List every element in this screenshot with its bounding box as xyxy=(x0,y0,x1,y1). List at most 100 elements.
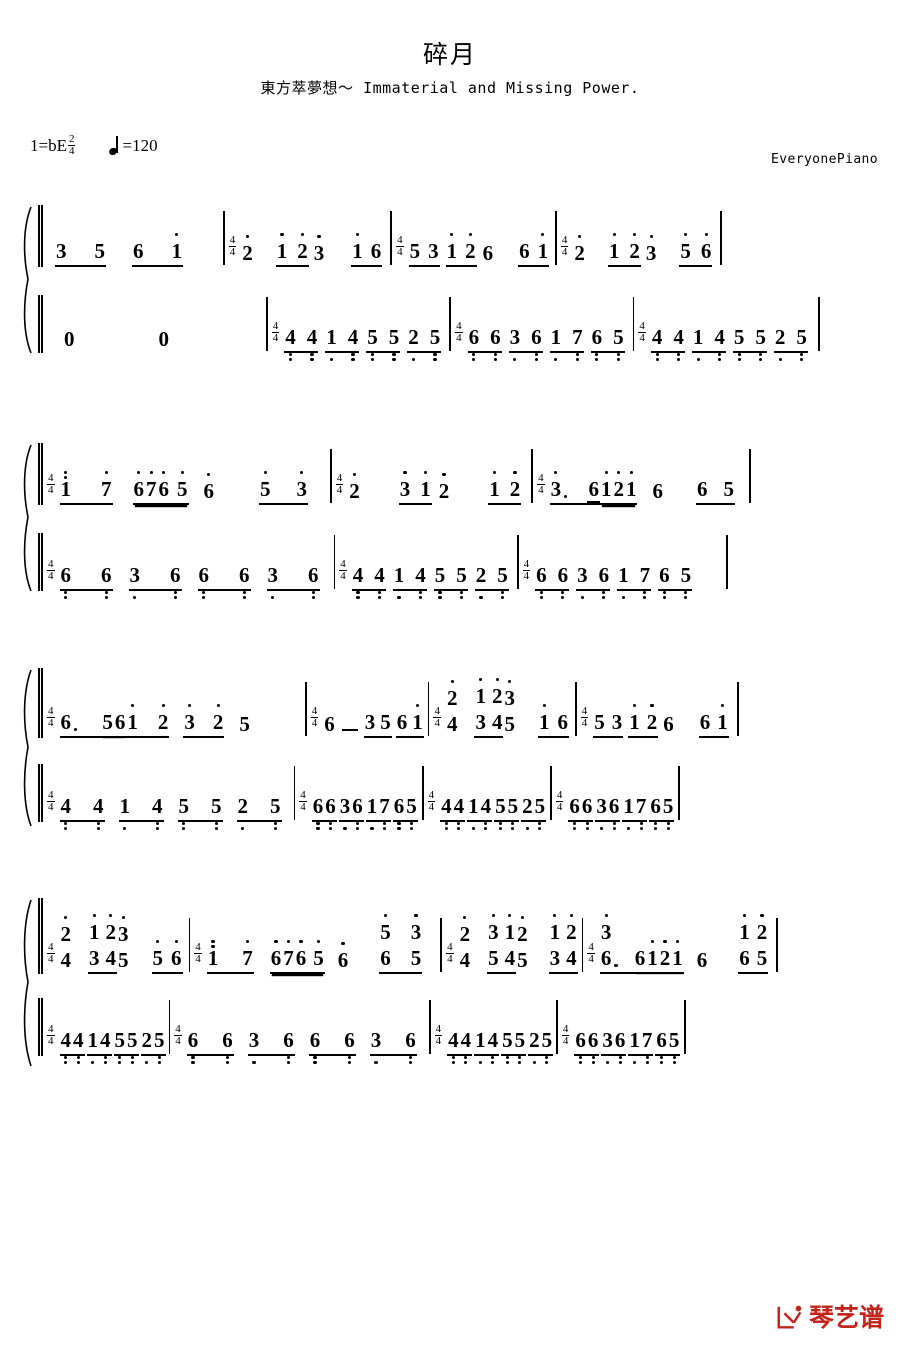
note-group: 5 6 xyxy=(679,233,713,267)
time-signature: 4 4 xyxy=(587,941,595,965)
note: 1 xyxy=(411,704,424,736)
barline xyxy=(304,682,307,736)
barline xyxy=(421,766,424,820)
note: 6 xyxy=(404,1030,417,1064)
note-group: 5 5 xyxy=(732,327,767,361)
time-denominator: 4 xyxy=(562,1034,569,1047)
chord-dyad: 2 5 xyxy=(756,914,769,972)
rest: 0 xyxy=(64,327,75,351)
chord-bottom-note: 5 xyxy=(488,946,499,970)
note: 6 xyxy=(608,796,621,830)
note: 3 xyxy=(296,471,309,503)
barline xyxy=(632,297,635,351)
time-denominator: 4 xyxy=(561,245,568,258)
chord-dyad: 1 3 xyxy=(474,678,487,736)
note-group: 1 3 2 4 xyxy=(548,914,578,974)
chord-bottom-note: 5 xyxy=(410,946,422,970)
system-4: 4 4 2 4 1 3 2 4 3 5 5 6 4 4 1 7 6 7 6 5 … xyxy=(18,898,886,1067)
note-group: 6 1 xyxy=(518,233,550,267)
note: 3 xyxy=(428,239,439,263)
note-group: 6 5 6 1 2 xyxy=(59,704,170,738)
time-numerator: 4 xyxy=(47,704,55,718)
chord-bottom-note: 6 xyxy=(380,946,391,970)
note: 1 xyxy=(538,704,551,736)
chord-dyad: 1 3 xyxy=(88,914,101,972)
note: 4 xyxy=(460,1030,473,1064)
note-group: 2 5 xyxy=(140,1030,166,1064)
note: 6 xyxy=(655,1030,668,1064)
note: 5 xyxy=(153,1030,166,1064)
time-numerator: 4 xyxy=(339,557,347,571)
note: 4 xyxy=(99,1030,112,1064)
note: 5 xyxy=(514,1030,527,1064)
time-signature: 4 4 xyxy=(47,472,55,496)
note-group: 1 2 xyxy=(628,704,659,738)
time-numerator: 4 xyxy=(555,788,564,802)
note: 4 xyxy=(672,327,685,361)
time-denominator: 4 xyxy=(48,483,54,496)
note-group: 6 6 xyxy=(467,327,502,361)
note-group: 4 4 xyxy=(351,565,386,599)
site-logo[interactable]: 琴艺谱 xyxy=(775,1302,884,1332)
barline xyxy=(333,535,336,589)
time-signature: 4 4 xyxy=(434,1023,443,1047)
note: 6 xyxy=(169,565,182,599)
barline-end xyxy=(720,211,723,265)
grand-staff-brace-icon xyxy=(18,443,34,593)
time-signature: 4 4 xyxy=(194,941,202,965)
note: 5 xyxy=(388,327,401,361)
chord-top-note: 3 xyxy=(118,916,129,945)
note-group: 3 6 xyxy=(369,1030,417,1064)
note: 6 xyxy=(519,239,530,263)
barline xyxy=(223,211,225,265)
note: 6 xyxy=(270,940,283,972)
time-denominator: 4 xyxy=(434,716,440,729)
time-signature: 4 4 xyxy=(335,472,344,496)
note: 3 xyxy=(339,796,352,830)
key-time-denominator: 4 xyxy=(68,145,75,158)
note: 3 xyxy=(267,565,280,599)
note: 6 xyxy=(700,233,713,265)
chord-top-note: 2 xyxy=(106,914,116,943)
time-signature: 4 4 xyxy=(560,234,569,258)
note: 3 xyxy=(576,565,589,599)
note-group: 1 7 xyxy=(206,940,254,974)
note: 1 xyxy=(628,1030,641,1064)
note-group: 3 6 xyxy=(266,565,320,599)
chord-top-note: 3 xyxy=(504,680,515,709)
note: 5 xyxy=(594,710,605,734)
time-denominator: 4 xyxy=(435,1034,442,1047)
note: 2 xyxy=(212,704,225,736)
note: 3 xyxy=(370,1030,383,1064)
time-denominator: 4 xyxy=(195,952,201,965)
note: 1 xyxy=(60,471,73,503)
note-group: 5 5 xyxy=(366,327,401,361)
barline xyxy=(574,682,577,736)
note-group: 3 5 1 4 xyxy=(487,914,517,974)
note: 1 xyxy=(119,796,132,830)
note: 1 xyxy=(325,327,338,361)
note: 1 xyxy=(87,1030,100,1064)
note: 6 xyxy=(396,710,408,734)
note-group: 4 4 xyxy=(59,796,105,830)
note-group: 5 5 xyxy=(494,796,520,830)
note: 5 xyxy=(239,712,250,736)
note: 5 xyxy=(679,233,692,265)
time-signature: 4 4 xyxy=(433,705,441,729)
note: 6 xyxy=(614,1030,627,1064)
chord-bottom-note: 6 xyxy=(600,946,612,970)
note: 5 xyxy=(405,796,418,830)
chord-top-note: 2 xyxy=(517,916,528,945)
time-numerator: 4 xyxy=(580,704,589,718)
note: 5 xyxy=(733,327,746,361)
note: 5 xyxy=(380,710,391,734)
score-metadata: 1=bE 2 4 =120 xyxy=(30,133,158,158)
note: 2 xyxy=(774,327,787,361)
time-numerator: 4 xyxy=(537,471,545,485)
note: 6 xyxy=(557,710,568,734)
note-group: 2 5 xyxy=(773,327,808,361)
note-group: 6 6 xyxy=(311,796,337,830)
barline-end xyxy=(678,766,681,820)
note: 7 xyxy=(145,471,158,503)
note: 5 xyxy=(102,710,113,734)
